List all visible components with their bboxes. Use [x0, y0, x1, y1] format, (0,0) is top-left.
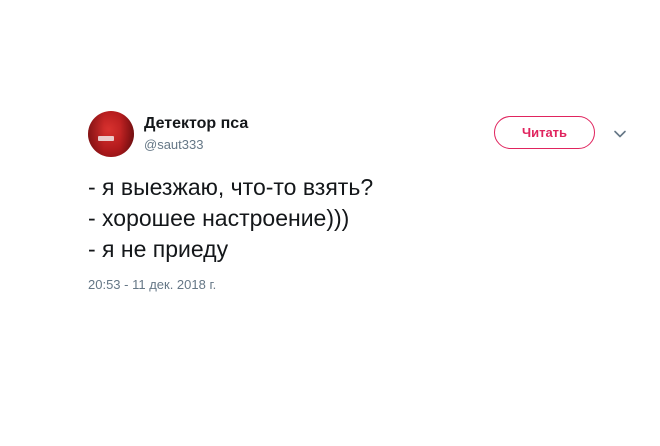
tweet-line: - хорошее настроение))) — [88, 205, 350, 231]
display-name[interactable]: Детектор пса — [144, 115, 248, 133]
user-handle[interactable]: @saut333 — [144, 137, 203, 152]
tweet-line: - я не приеду — [88, 236, 229, 262]
chevron-down-icon[interactable] — [612, 126, 628, 142]
tweet-text: - я выезжаю, что-то взять? - хорошее нас… — [88, 172, 618, 265]
avatar-logo — [98, 136, 114, 141]
tweet-line: - я выезжаю, что-то взять? — [88, 174, 374, 200]
follow-button[interactable]: Читать — [494, 116, 595, 149]
avatar-shade — [88, 111, 134, 157]
avatar[interactable] — [88, 111, 134, 157]
tweet: Детектор пса @saut333 Читать - я выезжаю… — [0, 0, 660, 446]
tweet-timestamp[interactable]: 20:53 - 11 дек. 2018 г. — [88, 277, 216, 292]
